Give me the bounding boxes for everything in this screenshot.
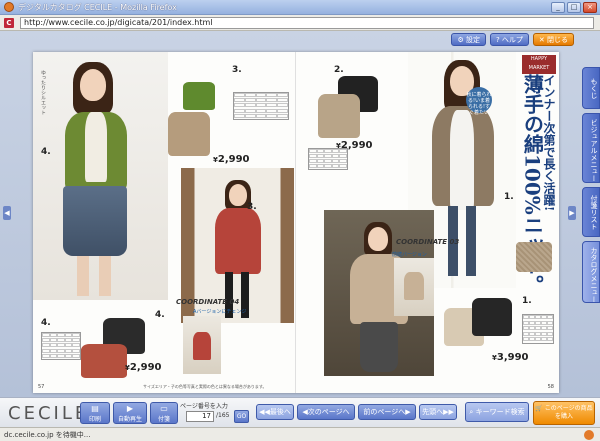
item-number: 1. bbox=[504, 192, 514, 202]
page-footnote: サイズエリア・子の色等写真と実際の色とは異なる場合があります。 bbox=[143, 384, 267, 389]
go-button[interactable]: GO bbox=[234, 410, 249, 423]
item-number: 2. bbox=[334, 65, 344, 75]
item-number: 3. bbox=[232, 65, 242, 75]
print-button[interactable]: ▤ 印刷 bbox=[80, 402, 110, 424]
printer-icon: ▤ bbox=[91, 404, 99, 413]
product-beige-blouse bbox=[168, 112, 210, 156]
page-number-right: 58 bbox=[547, 384, 554, 390]
close-window-button[interactable]: × bbox=[583, 2, 597, 13]
catalog-page-left: 4. ゆったりシルエット 3. ¥2,990 3. COORDINATE 04 … bbox=[33, 52, 296, 393]
buy-page-products-button[interactable]: 🛒 このページの商品を購入 bbox=[533, 401, 595, 425]
catalog-spread[interactable]: 4. ゆったりシルエット 3. ¥2,990 3. COORDINATE 04 … bbox=[33, 52, 559, 393]
help-button[interactable]: ? ヘルプ bbox=[489, 33, 529, 46]
size-chart bbox=[522, 314, 554, 344]
page-total: /165 bbox=[216, 412, 230, 419]
site-favicon-icon: C bbox=[4, 18, 14, 28]
firefox-status-icon bbox=[584, 430, 594, 440]
coordinate-label: COORDINATE 04 bbox=[176, 298, 240, 306]
coordinate-photo bbox=[183, 316, 221, 374]
cecile-logo: CECILE bbox=[8, 403, 90, 424]
page-input-label: ページ番号を入力 bbox=[180, 403, 228, 410]
auto-play-button[interactable]: ▶ 自動再生 bbox=[113, 402, 147, 424]
first-page-button[interactable]: 先頭へ▶▶ bbox=[419, 404, 457, 420]
firefox-icon bbox=[4, 2, 14, 12]
next-page-button[interactable]: ◀次のページへ bbox=[297, 404, 355, 420]
item-number: 4. bbox=[41, 147, 51, 157]
close-icon: ✕ bbox=[538, 36, 547, 44]
bottom-toolbar: CECILE ▤ 印刷 ▶ 自動再生 ▭ 付箋 ページ番号を入力 17 /165 GO… bbox=[0, 397, 600, 427]
coordinate-photo bbox=[394, 258, 434, 316]
item-number: 4. bbox=[41, 318, 51, 328]
play-icon: ▶ bbox=[126, 404, 134, 413]
page-number-input[interactable]: 17 bbox=[186, 411, 214, 422]
side-tabs: もくじ ビジュアルメニュー 付箋リスト カタログメニュー bbox=[582, 67, 600, 303]
item-number: 1. bbox=[522, 296, 532, 306]
product-red-top bbox=[81, 344, 127, 378]
price-label: ¥2,990 bbox=[336, 140, 373, 151]
tab-sticky-list[interactable]: 付箋リスト bbox=[582, 187, 600, 237]
coordinate-caption: Aバージョンにチェンジ bbox=[193, 309, 247, 315]
gear-icon: ⚙ bbox=[457, 36, 466, 44]
double-right-icon: ▶▶ bbox=[443, 408, 454, 416]
product-description: ゆったりシルエット bbox=[40, 70, 46, 115]
model-photo-green-cardigan bbox=[33, 52, 168, 300]
sticky-note-icon: ▭ bbox=[160, 404, 168, 413]
knit-swatch bbox=[516, 242, 552, 272]
cart-icon: 🛒 bbox=[535, 405, 545, 412]
tab-catalog-menu[interactable]: カタログメニュー bbox=[582, 241, 600, 303]
double-left-icon: ◀◀ bbox=[259, 408, 270, 416]
prev-page-arrow[interactable]: ◀ bbox=[3, 206, 11, 220]
size-chart bbox=[308, 148, 348, 170]
viewer-top-buttons: ⚙ 設定 ? ヘルプ ✕ 閉じる bbox=[451, 33, 574, 46]
status-bar: dc.cecile.co.jp を待機中... bbox=[0, 427, 600, 441]
item-number: 3. bbox=[247, 202, 257, 212]
right-arrow-icon: ▶ bbox=[405, 408, 411, 416]
window-titlebar: デジタルカタログ CECILE - Mozilla Firefox _ □ × bbox=[0, 0, 600, 15]
size-chart bbox=[41, 332, 81, 360]
maximize-button[interactable]: □ bbox=[567, 2, 581, 13]
minimize-button[interactable]: _ bbox=[551, 2, 565, 13]
size-chart bbox=[233, 92, 289, 120]
prev-page-button[interactable]: 前のページへ▶ bbox=[358, 404, 416, 420]
coordinate-label: COORDINATE 03 bbox=[396, 238, 460, 246]
address-bar: C http://www.cecile.co.jp/digicata/201/i… bbox=[0, 15, 600, 31]
close-viewer-button[interactable]: ✕ 閉じる bbox=[532, 33, 574, 46]
keyword-search-button[interactable]: ⌕ キーワード検索 bbox=[465, 402, 529, 422]
sticky-button[interactable]: ▭ 付箋 bbox=[150, 402, 178, 424]
product-green-top bbox=[183, 82, 215, 110]
season-badge: 秋に着られる!いま着られる!すぐ着たい bbox=[466, 87, 492, 116]
coordinate-caption: 前続バージョン bbox=[392, 252, 427, 258]
tab-visual-menu[interactable]: ビジュアルメニュー bbox=[582, 113, 600, 183]
catalog-viewer: ⚙ 設定 ? ヘルプ ✕ 閉じる ◀ ▶ もくじ ビジュアルメニュー 付箋リスト… bbox=[0, 31, 600, 397]
item-number: 4. bbox=[155, 310, 165, 320]
settings-button[interactable]: ⚙ 設定 bbox=[451, 33, 486, 46]
next-page-arrow[interactable]: ▶ bbox=[568, 206, 576, 220]
price-label: ¥2,990 bbox=[125, 362, 162, 373]
page-number-left: 57 bbox=[38, 384, 45, 390]
happy-market-badge: HAPPY MARKET bbox=[522, 55, 556, 74]
price-label: ¥3,990 bbox=[492, 352, 529, 363]
product-black-knit-2 bbox=[472, 298, 512, 336]
price-label: ¥2,990 bbox=[213, 154, 250, 165]
url-field[interactable]: http://www.cecile.co.jp/digicata/201/ind… bbox=[20, 17, 594, 29]
product-beige-knit bbox=[318, 94, 360, 138]
tab-contents[interactable]: もくじ bbox=[582, 67, 600, 109]
window-controls: _ □ × bbox=[551, 2, 597, 13]
status-text: dc.cecile.co.jp を待機中... bbox=[4, 431, 91, 439]
last-page-button[interactable]: ◀◀最後へ bbox=[256, 404, 294, 420]
window-title: デジタルカタログ CECILE - Mozilla Firefox bbox=[18, 3, 177, 12]
catalog-page-right: 2. ¥2,990 HAPPY MARKET 秋に着られる!いま着られる!すぐ着… bbox=[296, 52, 559, 393]
